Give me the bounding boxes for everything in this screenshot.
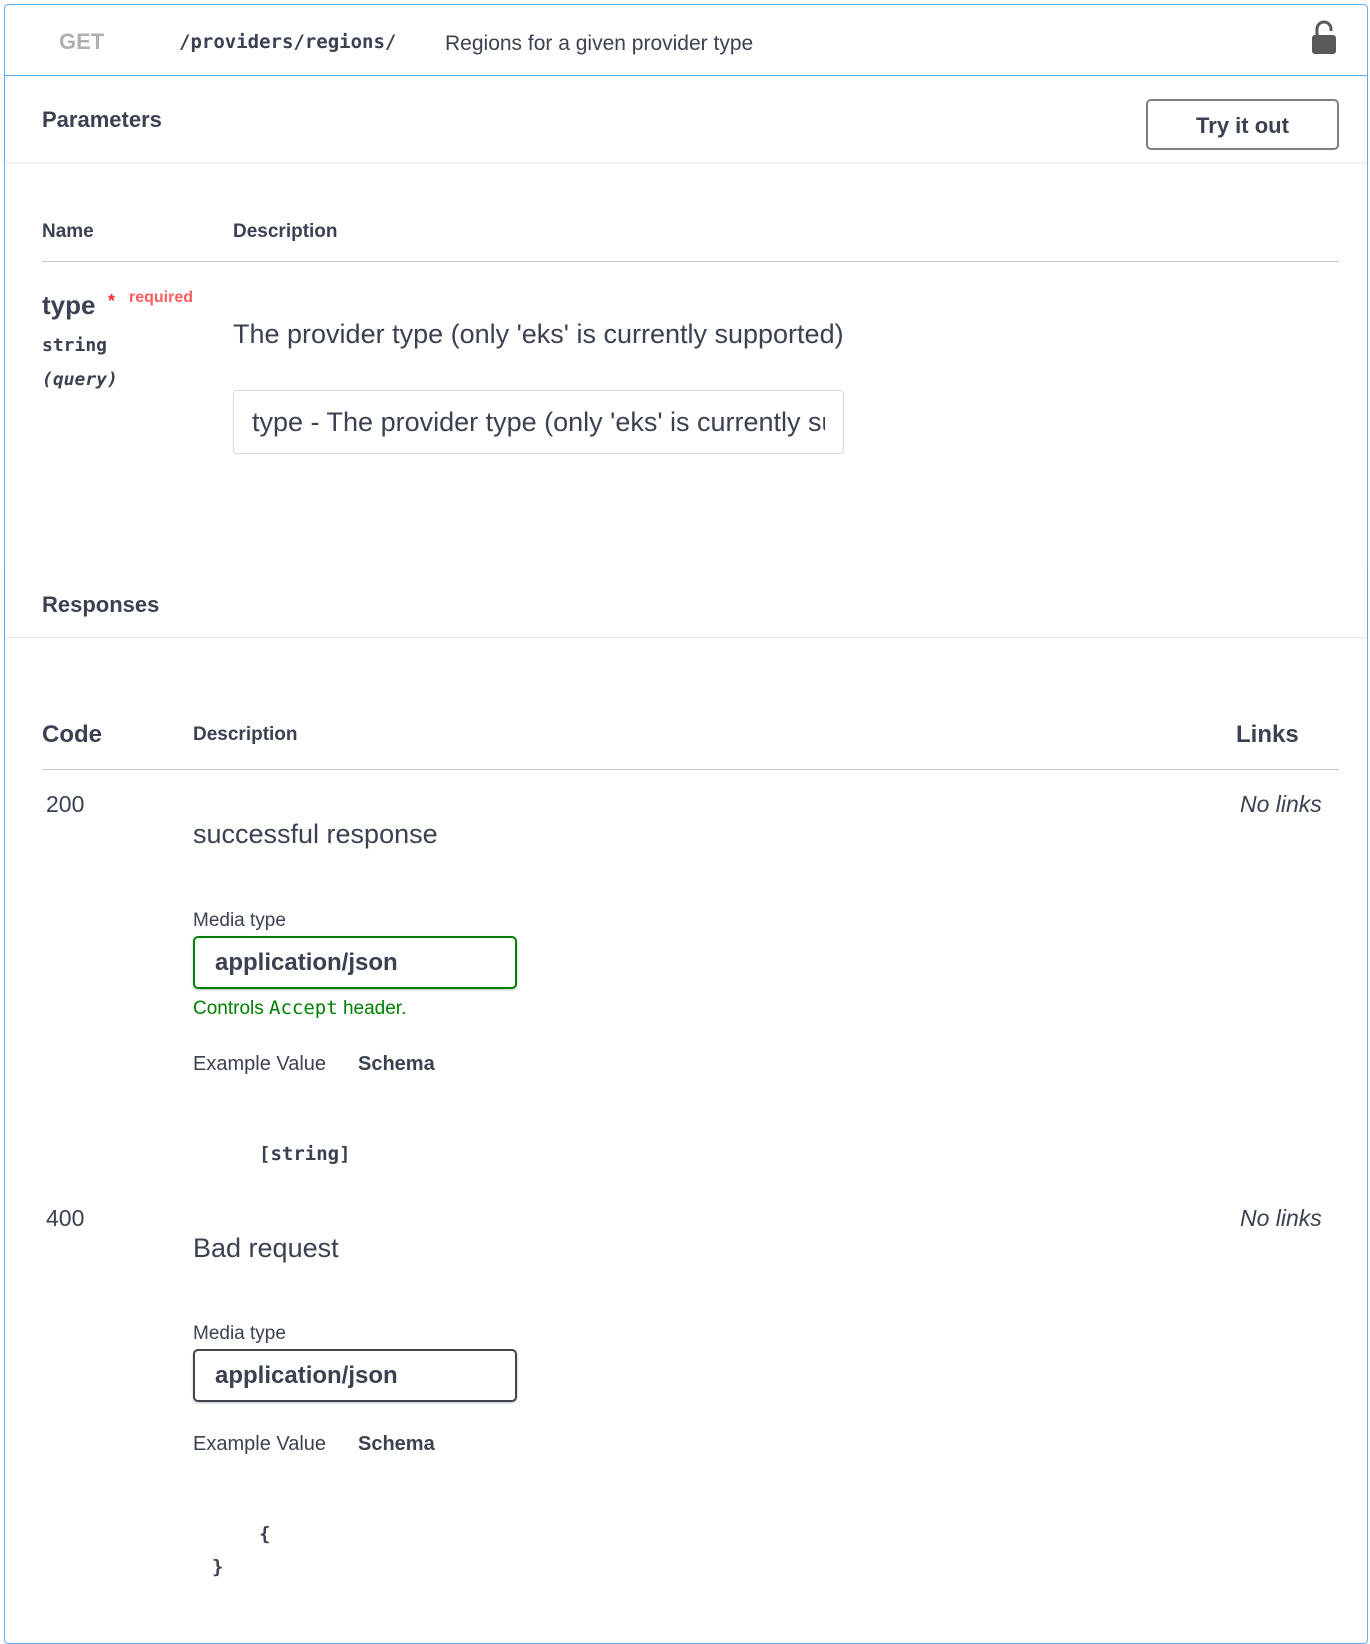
- controls-text-pre: Controls: [193, 998, 270, 1019]
- param-location: (query): [42, 369, 118, 390]
- operation-summary-text: Regions for a given provider type: [445, 32, 754, 55]
- try-it-out-button[interactable]: Try it out: [1146, 99, 1339, 150]
- param-header-divider: [42, 261, 1339, 262]
- response-col-description: Description: [193, 724, 298, 745]
- example-value-tab[interactable]: Example Value: [193, 1053, 326, 1076]
- operation-summary[interactable]: GET /providers/regions/ Regions for a gi…: [5, 5, 1367, 76]
- model-example: [string]: [259, 1143, 351, 1165]
- controls-accept-code: Accept: [269, 997, 338, 1019]
- response-code: 400: [46, 1205, 85, 1231]
- model-open-brace: {: [259, 1523, 271, 1545]
- response-description: Bad request: [193, 1233, 339, 1263]
- required-label: required: [129, 289, 194, 306]
- model-close-brace: }: [212, 1556, 224, 1578]
- media-type-label: Media type: [193, 910, 286, 931]
- media-type-select[interactable]: application/json: [193, 936, 517, 989]
- response-links: No links: [1240, 791, 1322, 817]
- schema-tab[interactable]: Schema: [358, 1433, 435, 1456]
- required-star: *: [108, 291, 116, 311]
- param-col-name: Name: [42, 221, 94, 242]
- media-type-label: Media type: [193, 1323, 286, 1344]
- media-type-select[interactable]: application/json: [193, 1349, 517, 1402]
- operation-block: GET /providers/regions/ Regions for a gi…: [4, 4, 1368, 1644]
- lock-open-icon[interactable]: [1310, 19, 1338, 55]
- param-description: The provider type (only 'eks' is current…: [233, 319, 844, 349]
- response-description: successful response: [193, 819, 438, 849]
- schema-tab[interactable]: Schema: [358, 1053, 435, 1076]
- response-code: 200: [46, 791, 85, 817]
- type-param-input[interactable]: [233, 390, 844, 454]
- response-col-links: Links: [1236, 721, 1299, 748]
- response-header-divider: [42, 769, 1339, 770]
- responses-title: Responses: [42, 592, 160, 617]
- http-method: GET: [59, 29, 105, 54]
- controls-accept-note: Controls Accept header.: [193, 997, 406, 1020]
- param-type: string: [42, 335, 108, 356]
- parameters-title: Parameters: [42, 107, 162, 132]
- response-col-code: Code: [42, 721, 102, 748]
- response-links: No links: [1240, 1205, 1322, 1231]
- param-col-description: Description: [233, 221, 338, 242]
- param-name: type: [42, 290, 96, 320]
- example-value-tab[interactable]: Example Value: [193, 1433, 326, 1456]
- endpoint-path: /providers/regions/: [179, 31, 397, 53]
- responses-header: Responses: [5, 565, 1367, 637]
- controls-text-post: header.: [337, 998, 407, 1019]
